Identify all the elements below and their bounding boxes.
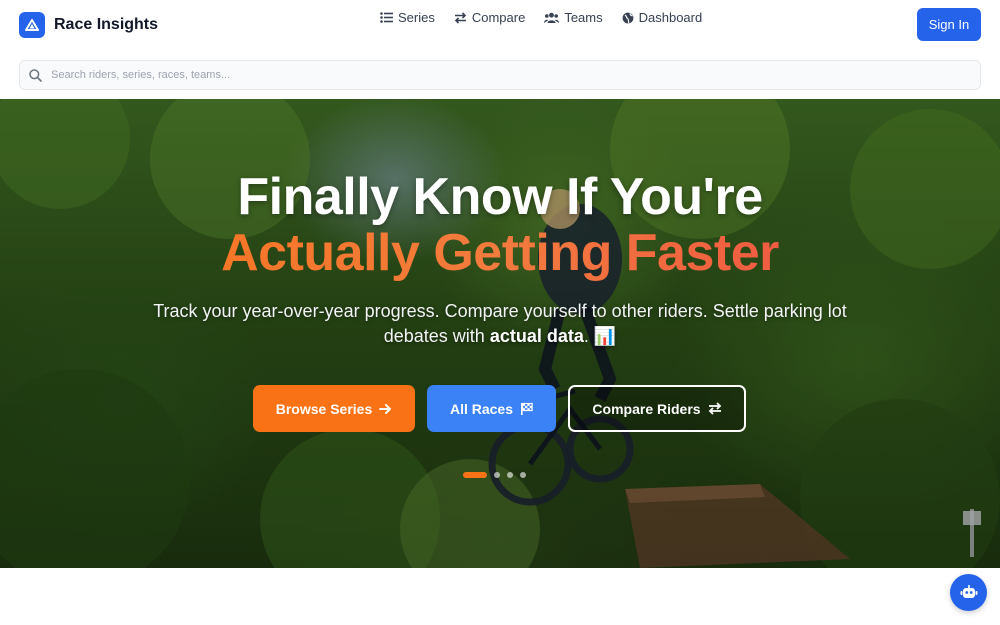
all-races-button[interactable]: All Races [427, 385, 556, 432]
carousel-dot-4[interactable] [520, 472, 526, 478]
brand-name: Race Insights [54, 16, 159, 33]
sign-in-button[interactable]: Sign In [917, 8, 981, 41]
hero-title-line1: Finally Know If You're [237, 168, 763, 226]
nav-item-teams[interactable]: Teams [544, 10, 603, 25]
arrows-exchange-icon [708, 402, 721, 415]
carousel-dot-1[interactable] [463, 472, 487, 478]
hero-title-line2: Actually Getting Faster [0, 223, 1000, 283]
nav-label-compare: Compare [471, 10, 526, 25]
robot-icon [960, 585, 977, 598]
carousel-indicators [463, 472, 533, 478]
carousel-dot-3[interactable] [507, 472, 513, 478]
nav-label-teams: Teams [564, 10, 603, 25]
list-icon [380, 12, 393, 23]
nav-item-dashboard[interactable]: Dashboard [622, 10, 703, 25]
browse-series-label: Browse Series [275, 400, 373, 417]
nav-item-series[interactable]: Series [380, 10, 435, 25]
globe-icon [622, 12, 634, 23]
brand[interactable]: Race Insights [19, 12, 158, 38]
nav-label-series: Series [398, 10, 435, 25]
hero-subtitle-end: . 📊 [583, 326, 617, 346]
hero-subtitle-bold: actual data [489, 326, 584, 346]
nav-label-dashboard: Dashboard [638, 10, 703, 25]
hero-section: Finally Know If You're Actually Getting … [0, 99, 1000, 568]
search-icon [29, 68, 42, 82]
checkered-flag-icon [521, 402, 533, 415]
nav-item-compare[interactable]: Compare [454, 10, 525, 25]
main-nav: Series Compare Teams Dashboard [380, 10, 721, 25]
chatbot-button[interactable] [950, 574, 987, 611]
hero-subtitle: Track your year-over-year progress. Comp… [150, 299, 850, 349]
carousel-dot-2[interactable] [494, 472, 500, 478]
top-navbar: Race Insights Series Compare Teams Dashb… [0, 0, 1000, 50]
search-bar [19, 60, 981, 90]
arrow-right-icon [379, 403, 392, 414]
all-races-label: All Races [449, 400, 514, 417]
users-icon [544, 12, 560, 23]
brand-logo-icon [19, 12, 45, 38]
compare-riders-button[interactable]: Compare Riders [568, 385, 746, 432]
compare-riders-label: Compare Riders [592, 400, 701, 417]
search-input[interactable] [51, 69, 980, 81]
browse-series-button[interactable]: Browse Series [253, 385, 415, 432]
arrows-exchange-icon [454, 11, 466, 24]
